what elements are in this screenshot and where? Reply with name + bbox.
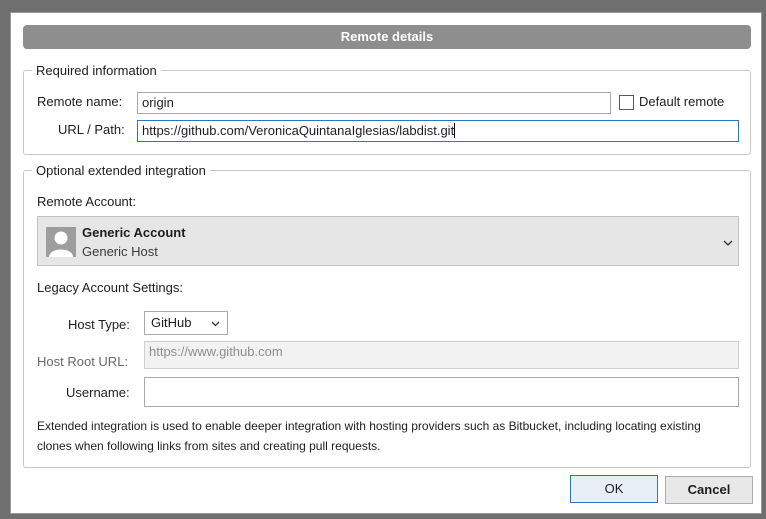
remote-account-dropdown[interactable]: Generic Account Generic Host bbox=[37, 216, 739, 266]
host-root-url-label: Host Root URL: bbox=[37, 354, 129, 369]
text-cursor bbox=[454, 123, 456, 138]
username-label: Username: bbox=[66, 385, 130, 400]
default-remote-label[interactable]: Default remote bbox=[639, 94, 724, 109]
legacy-settings-label: Legacy Account Settings: bbox=[37, 280, 183, 295]
remote-details-dialog: Remote details Required information Remo… bbox=[10, 12, 762, 514]
host-root-url-input[interactable]: https://www.github.com bbox=[144, 341, 739, 369]
ok-button[interactable]: OK bbox=[570, 475, 658, 503]
host-type-value: GitHub bbox=[151, 315, 192, 330]
account-host: Generic Host bbox=[82, 244, 158, 259]
url-path-input[interactable]: https://github.com/VeronicaQuintanaIgles… bbox=[137, 120, 739, 142]
remote-name-value: origin bbox=[142, 95, 174, 110]
host-root-url-placeholder: https://www.github.com bbox=[149, 344, 283, 359]
account-avatar bbox=[46, 227, 76, 257]
remote-account-label: Remote Account: bbox=[37, 194, 136, 209]
chevron-down-icon bbox=[211, 321, 220, 327]
default-remote-checkbox[interactable] bbox=[619, 95, 634, 110]
chevron-down-icon bbox=[723, 240, 733, 246]
url-path-value: https://github.com/VeronicaQuintanaIgles… bbox=[142, 123, 455, 138]
dialog-title[interactable]: Remote details bbox=[23, 25, 751, 49]
remote-name-input[interactable]: origin bbox=[137, 92, 611, 114]
cancel-button[interactable]: Cancel bbox=[665, 476, 753, 504]
remote-name-label: Remote name: bbox=[37, 94, 123, 109]
host-type-label: Host Type: bbox=[68, 317, 130, 332]
url-path-label: URL / Path: bbox=[58, 122, 125, 137]
host-type-select[interactable]: GitHub bbox=[144, 311, 228, 335]
required-information-legend: Required information bbox=[36, 63, 157, 78]
integration-help-text: Extended integration is used to enable d… bbox=[37, 419, 701, 453]
person-icon bbox=[46, 227, 76, 257]
account-name: Generic Account bbox=[82, 225, 186, 240]
username-input[interactable] bbox=[144, 377, 739, 407]
optional-integration-legend: Optional extended integration bbox=[36, 163, 206, 178]
